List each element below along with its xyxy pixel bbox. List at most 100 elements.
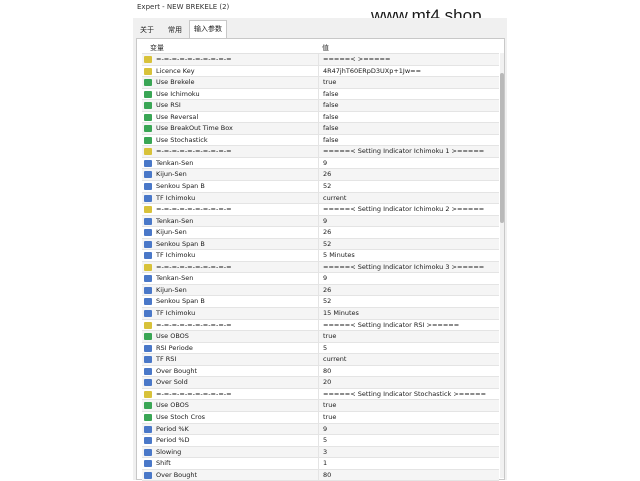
table-row[interactable]: Slowing 3 (142, 446, 499, 459)
param-value[interactable]: true (318, 331, 503, 343)
param-value[interactable]: 1 (318, 458, 503, 470)
param-name: Senkou Span B (156, 297, 205, 306)
table-row[interactable]: Kijun-Sen 26 (142, 169, 499, 182)
param-value[interactable]: 3 (318, 446, 503, 458)
table-row[interactable]: TF Ichimoku 15 Minutes (142, 308, 499, 320)
table-row[interactable]: =-=-=-=-=-=-=-=-=-= =====< >===== (142, 54, 499, 66)
table-row[interactable]: =-=-=-=-=-=-=-=-=-= =====< Setting Indica… (142, 204, 499, 216)
param-value[interactable]: false (318, 111, 503, 123)
table-row[interactable]: Kijun-Sen 26 (142, 227, 499, 239)
tab-about[interactable]: 关于 (136, 22, 158, 37)
table-row[interactable]: =-=-=-=-=-=-=-=-=-= =====< Setting Indica… (142, 146, 499, 158)
table-row[interactable]: Tenkan-Sen 9 (142, 273, 499, 285)
table-row[interactable]: Use Stochastick false (142, 134, 499, 147)
param-value[interactable]: 80 (318, 469, 503, 481)
param-value[interactable]: false (318, 100, 503, 112)
param-value[interactable]: 4R47jhT60ERpD3UXp+1Jw== (318, 65, 503, 77)
param-name: =-=-=-=-=-=-=-=-=-= (156, 262, 232, 271)
table-row[interactable]: RSI Periode 5 (142, 342, 499, 355)
number-param-icon (144, 286, 152, 294)
param-name: Use Ichimoku (156, 89, 200, 98)
table-row[interactable]: Use Stoch Cros true (142, 411, 499, 424)
table-row[interactable]: Over Bought 80 (142, 365, 499, 378)
table-row[interactable]: Senkou Span B 52 (142, 296, 499, 309)
table-row[interactable]: TF Ichimoku 5 Minutes (142, 250, 499, 262)
param-value[interactable]: 52 (318, 238, 503, 250)
inputs-panel: 变量 值 =-=-=-=-=-=-=-=-=-= =====< >===== Lic… (136, 38, 505, 481)
number-param-icon (144, 229, 152, 237)
param-value[interactable]: true (318, 400, 503, 412)
param-value[interactable]: 5 Minutes (318, 250, 503, 262)
number-param-icon (144, 344, 152, 352)
param-value[interactable]: 52 (318, 181, 503, 193)
number-param-icon (144, 159, 152, 167)
param-name: Licence Key (156, 66, 195, 75)
table-row[interactable]: Use RSI false (142, 100, 499, 112)
param-value[interactable]: 20 (318, 377, 503, 389)
param-value[interactable]: =====< Setting Indicator Ichimoku 1 >===… (318, 146, 503, 158)
table-row[interactable]: TF RSI current (142, 354, 499, 366)
number-param-icon (144, 379, 152, 387)
param-value[interactable]: 80 (318, 365, 503, 377)
param-value[interactable]: current (318, 192, 503, 204)
table-row[interactable]: TF Ichimoku current (142, 192, 499, 205)
column-header-variable[interactable]: 变量 (150, 43, 164, 53)
param-name: Over Sold (156, 378, 188, 387)
table-row[interactable]: Licence Key 4R47jhT60ERpD3UXp+1Jw== (142, 65, 499, 78)
param-value[interactable]: 9 (318, 273, 503, 285)
param-value[interactable]: 26 (318, 169, 503, 181)
param-value[interactable]: false (318, 134, 503, 146)
tab-inputs[interactable]: 输入参数 (189, 20, 227, 38)
table-row[interactable]: Use Reversal false (142, 111, 499, 124)
table-row[interactable]: Shift 1 (142, 458, 499, 470)
param-value[interactable]: =====< Setting Indicator Ichimoku 2 >===… (318, 204, 503, 216)
param-value[interactable]: 9 (318, 157, 503, 169)
table-row[interactable]: Use Brekele true (142, 77, 499, 89)
param-value[interactable]: current (318, 354, 503, 366)
param-value[interactable]: false (318, 88, 503, 100)
table-row[interactable]: Tenkan-Sen 9 (142, 215, 499, 228)
column-header-value[interactable]: 值 (322, 43, 329, 53)
param-value[interactable]: false (318, 123, 503, 135)
table-row[interactable]: Period %K 9 (142, 423, 499, 436)
table-row[interactable]: Period %D 5 (142, 435, 499, 447)
table-row[interactable]: Use OBOS true (142, 400, 499, 412)
param-value[interactable]: 26 (318, 227, 503, 239)
param-value[interactable]: =====< Setting Indicator Stochastick >==… (318, 388, 503, 400)
table-row[interactable]: Over Sold 20 (142, 377, 499, 389)
table-row[interactable]: Senkou Span B 52 (142, 238, 499, 251)
table-row[interactable]: =-=-=-=-=-=-=-=-=-= =====< Setting Indica… (142, 319, 499, 332)
table-row[interactable]: Use Ichimoku false (142, 88, 499, 101)
scrollbar-thumb[interactable] (500, 73, 504, 223)
param-value[interactable]: 9 (318, 423, 503, 435)
param-name: Tenkan-Sen (156, 158, 194, 167)
param-value[interactable]: true (318, 411, 503, 423)
table-row[interactable]: =-=-=-=-=-=-=-=-=-= =====< Setting Indica… (142, 388, 499, 401)
param-value[interactable]: =====< Setting Indicator RSI >===== (318, 319, 503, 331)
param-value[interactable]: =====< >===== (318, 54, 503, 65)
param-name: Use Reversal (156, 112, 199, 121)
vertical-scrollbar[interactable] (500, 53, 504, 478)
number-param-icon (144, 448, 152, 456)
param-value[interactable]: 15 Minutes (318, 308, 503, 320)
table-row[interactable]: Kijun-Sen 26 (142, 284, 499, 297)
timeframe-param-icon (144, 252, 152, 260)
param-value[interactable]: 5 (318, 435, 503, 447)
table-row[interactable]: Tenkan-Sen 9 (142, 157, 499, 170)
param-value[interactable]: true (318, 77, 503, 89)
param-value[interactable]: 9 (318, 215, 503, 227)
bool-param-icon (144, 402, 152, 410)
param-name: =-=-=-=-=-=-=-=-=-= (156, 389, 232, 398)
table-row[interactable]: Use BreakOut Time Box false (142, 123, 499, 135)
table-row[interactable]: =-=-=-=-=-=-=-=-=-= =====< Setting Indica… (142, 261, 499, 274)
param-value[interactable]: =====< Setting Indicator Ichimoku 3 >===… (318, 261, 503, 273)
table-row[interactable]: Over Bought 80 (142, 469, 499, 481)
param-value[interactable]: 5 (318, 342, 503, 354)
bool-param-icon (144, 79, 152, 87)
tab-common[interactable]: 常用 (163, 22, 187, 37)
table-row[interactable]: Use OBOS true (142, 331, 499, 343)
param-value[interactable]: 26 (318, 284, 503, 296)
table-row[interactable]: Senkou Span B 52 (142, 181, 499, 193)
param-value[interactable]: 52 (318, 296, 503, 308)
number-param-icon (144, 171, 152, 179)
